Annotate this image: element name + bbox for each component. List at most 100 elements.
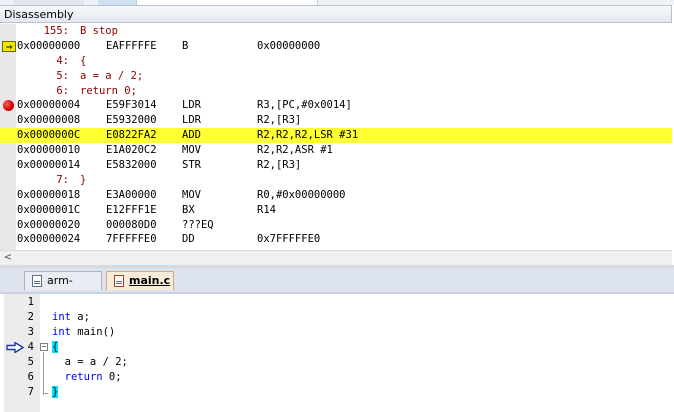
source-line-text: { [80,54,87,67]
code-token: a; [70,311,90,323]
brace-token: { [52,341,59,353]
opcode-cell: E12FFF1E [106,203,157,216]
address-cell: 0x00000010 [17,144,81,157]
opcode-cell: E0822FA2 [106,129,157,142]
address-cell: 0x0000001C [17,203,81,216]
source-line[interactable]: 4: { [0,54,672,69]
disassembly-row[interactable]: 0x0000000C E0822FA2 ADD R2,R2,R2,LSR #31 [0,128,672,144]
source-line-text: a = a / 2; [80,69,144,82]
source-line[interactable]: 6: return 0; [0,84,672,99]
editor-tab-bar: arm-asm.s main.c [0,268,674,305]
code-token: a = a / 2; [52,356,128,368]
code-text: a = a / 2; [52,355,128,370]
source-line-number: 5: [56,69,69,82]
address-cell: 0x00000020 [17,218,81,231]
scroll-left-icon[interactable]: < [2,251,14,265]
line-number: 1 [27,296,34,308]
line-number: 3 [27,326,34,338]
keyword-token: return [64,371,103,383]
keyword-token: int [52,311,71,323]
opcode-cell: E3A00000 [106,188,157,201]
disassembly-row[interactable]: 0x00000010 E1A020C2 MOV R2,R2,ASR #1 [0,143,672,158]
code-line[interactable]: 3 int main() [0,325,674,340]
fold-guide [43,352,44,395]
tab-arm-asm[interactable]: arm-asm.s [24,271,102,305]
fold-guide-end [43,393,48,394]
keyword-token: int [52,326,71,338]
code-text: } [52,385,59,400]
code-line[interactable]: 5 a = a / 2; [0,355,674,370]
code-line[interactable]: 2 int a; [0,310,674,325]
disassembly-row[interactable]: 0x0000001C E12FFF1E BX R14 [0,203,672,218]
disassembly-row[interactable]: 0x00000020 000080D0 ???EQ [0,218,672,233]
opcode-cell: EAFFFFFE [106,39,157,52]
address-cell: 0x00000018 [17,188,81,201]
disassembly-row[interactable]: 0x00000024 7FFFFFE0 DD 0x7FFFFFE0 [0,232,672,247]
operands-cell: R2,R2,R2,LSR #31 [257,129,359,142]
mnemonic-cell: BX [182,203,195,216]
operands-cell: R2,[R3] [257,159,302,172]
opcode-cell: E5932000 [106,114,157,127]
current-line-arrow-icon [6,341,25,354]
source-line[interactable]: 5: a = a / 2; [0,69,672,84]
code-text: return 0; [52,370,122,385]
source-line-number: 7: [56,173,69,186]
source-line-text: return 0; [80,84,137,97]
line-number: 6 [27,371,34,383]
opcode-cell: 7FFFFFE0 [106,233,157,246]
current-instruction-arrow-icon: → [2,40,16,52]
disassembly-pane[interactable]: 155: B stop 0x00000000 EAFFFFFE B 0x00000000 →… [0,24,672,250]
operands-cell: 0x00000000 [257,39,321,52]
address-cell: 0x00000004 [17,99,81,112]
code-line[interactable]: 4{− [0,340,674,355]
file-icon [32,275,42,287]
mnemonic-cell: MOV [182,144,201,157]
code-line[interactable]: 6 return 0; [0,370,674,385]
opcode-cell: E59F3014 [106,99,157,112]
disassembly-title: Disassembly [0,5,672,23]
disassembly-row[interactable]: 0x00000004 E59F3014 LDR R3,[PC,#0x0014] [0,98,672,113]
address-cell: 0x00000024 [17,233,81,246]
operands-cell: R3,[PC,#0x0014] [257,99,352,112]
source-line[interactable]: 155: B stop [0,24,672,39]
mnemonic-cell: ???EQ [182,218,214,231]
source-line-text: B stop [80,25,118,37]
disassembly-row[interactable]: 0x00000014 E5832000 STR R2,[R3] [0,158,672,173]
disassembly-lines: 155: B stop 0x00000000 EAFFFFFE B 0x00000000 →… [0,24,672,247]
brace-token: } [52,386,59,398]
code-text: int main() [52,325,115,340]
mnemonic-cell: LDR [182,99,201,112]
mnemonic-cell: LDR [182,114,201,127]
fold-toggle-icon[interactable]: − [40,343,48,351]
disassembly-row[interactable]: 0x00000000 EAFFFFFE B 0x00000000 → [0,39,672,54]
horizontal-scrollbar[interactable]: < [0,250,672,265]
source-line-number: 155: [43,25,69,37]
address-cell: 0x00000014 [17,159,81,172]
tab-main-c[interactable]: main.c [106,271,174,290]
code-line[interactable]: 7} [0,385,674,400]
code-editor[interactable]: 1 2 int a; 3 int main() 4{−5 a = a / 2; 6 retu… [0,294,674,412]
mnemonic-cell: STR [182,159,201,172]
file-icon [114,275,124,287]
source-line[interactable]: 7:} [0,173,672,188]
tab-label: main.c [129,274,171,287]
opcode-cell: E1A020C2 [106,144,157,157]
operands-cell: R14 [257,203,276,216]
mnemonic-cell: B [182,39,189,52]
code-text: { [52,340,59,355]
mnemonic-cell: DD [182,233,195,246]
disassembly-row[interactable]: 0x00000018 E3A00000 MOV R0,#0x00000000 [0,188,672,203]
code-text: int a; [52,310,90,325]
code-line[interactable]: 1 [0,295,674,310]
line-number: 5 [27,356,34,368]
source-line-number: 4: [56,54,69,67]
line-number: 2 [27,311,34,323]
operands-cell: R2,R2,ASR #1 [257,144,333,157]
source-line-number: 6: [56,84,69,97]
address-cell: 0x00000000 [17,39,81,52]
disassembly-row[interactable]: 0x00000008 E5932000 LDR R2,[R3] [0,113,672,128]
breakpoint-icon[interactable] [3,100,14,112]
source-line-text: } [80,173,87,186]
code-token: main() [70,326,116,338]
